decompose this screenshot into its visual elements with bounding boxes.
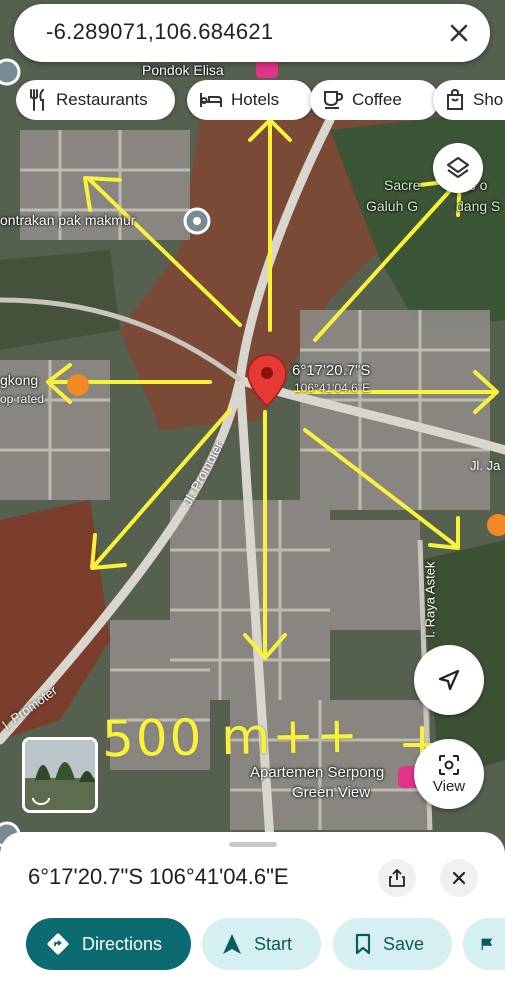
handwritten-annotation: 500 m++ [101, 705, 361, 769]
save-button[interactable]: Save [333, 918, 452, 970]
map-label-top-rated: op rated [0, 392, 45, 406]
chip-label: Coffee [352, 90, 402, 109]
view-button[interactable]: View [414, 739, 484, 809]
place-bottom-sheet[interactable]: 6°17'20.7"S 106°41'04.6"E Directions Sta… [0, 832, 505, 1000]
save-label: Save [383, 933, 425, 954]
street-label-ja: Jl. Ja [470, 458, 501, 473]
drag-handle[interactable] [229, 842, 277, 847]
chip-label: Sho [473, 90, 504, 109]
chip-label: Hotels [231, 90, 280, 109]
label-button[interactable] [463, 918, 505, 970]
pin-coordinate-label: 6°17'20.7"S [292, 362, 371, 379]
my-location-button[interactable] [414, 645, 484, 715]
close-icon [452, 871, 466, 885]
directions-icon [47, 933, 69, 955]
map-label-kontrakan[interactable]: ontrakan pak makmur [0, 212, 135, 228]
category-chips: Restaurants Hotels Coffee Sho [16, 80, 505, 120]
bed-icon [200, 93, 222, 107]
start-button[interactable]: Start [202, 918, 321, 970]
navigation-icon [223, 934, 241, 954]
place-title: 6°17'20.7"S 106°41'04.6"E [28, 864, 289, 889]
street-view-thumbnail[interactable] [22, 737, 98, 813]
street-label-astek: l. Raya Astek [422, 561, 438, 638]
map-label-galuh-tail: dang S [456, 198, 501, 214]
coffee-cup-icon [324, 91, 344, 109]
chip-restaurants[interactable]: Restaurants [16, 80, 175, 120]
chip-hotels[interactable]: Hotels [187, 80, 313, 120]
search-query[interactable]: -6.289071,106.684621 [46, 19, 273, 45]
layers-icon [446, 156, 470, 179]
share-button[interactable] [378, 859, 416, 897]
map-label-apartemen-1[interactable]: Apartemen Serpong [250, 764, 384, 781]
bookmark-icon [355, 933, 371, 955]
pin-coordinate-label-2: 106°41'04.6"E [294, 381, 371, 395]
map-label-apartemen-2[interactable]: Green View [292, 784, 370, 801]
map-label-pondok-elisa[interactable]: Pondok Elisa [142, 62, 224, 78]
chip-shopping[interactable]: Sho [433, 80, 505, 120]
map-label-galuh[interactable]: Galuh G [366, 198, 418, 214]
search-bar[interactable]: -6.289071,106.684621 [14, 4, 490, 62]
directions-label: Directions [82, 933, 163, 954]
directions-button[interactable]: Directions [26, 918, 191, 970]
chip-coffee[interactable]: Coffee [310, 80, 439, 120]
flag-icon [481, 938, 493, 950]
close-sheet-button[interactable] [440, 859, 478, 897]
map-label-gkong[interactable]: gkong [0, 372, 38, 388]
share-icon [389, 869, 405, 887]
layers-button[interactable] [433, 143, 483, 193]
shopping-bag-icon [447, 89, 463, 110]
map-label-sacred[interactable]: Sacre [384, 177, 421, 193]
lens-scan-icon [439, 754, 459, 775]
fork-knife-icon [30, 89, 44, 111]
clear-search-icon[interactable] [446, 20, 472, 46]
start-label: Start [254, 933, 293, 954]
navigation-arrow-icon [438, 669, 460, 691]
chip-label: Restaurants [56, 90, 148, 109]
view-button-label: View [432, 777, 466, 795]
